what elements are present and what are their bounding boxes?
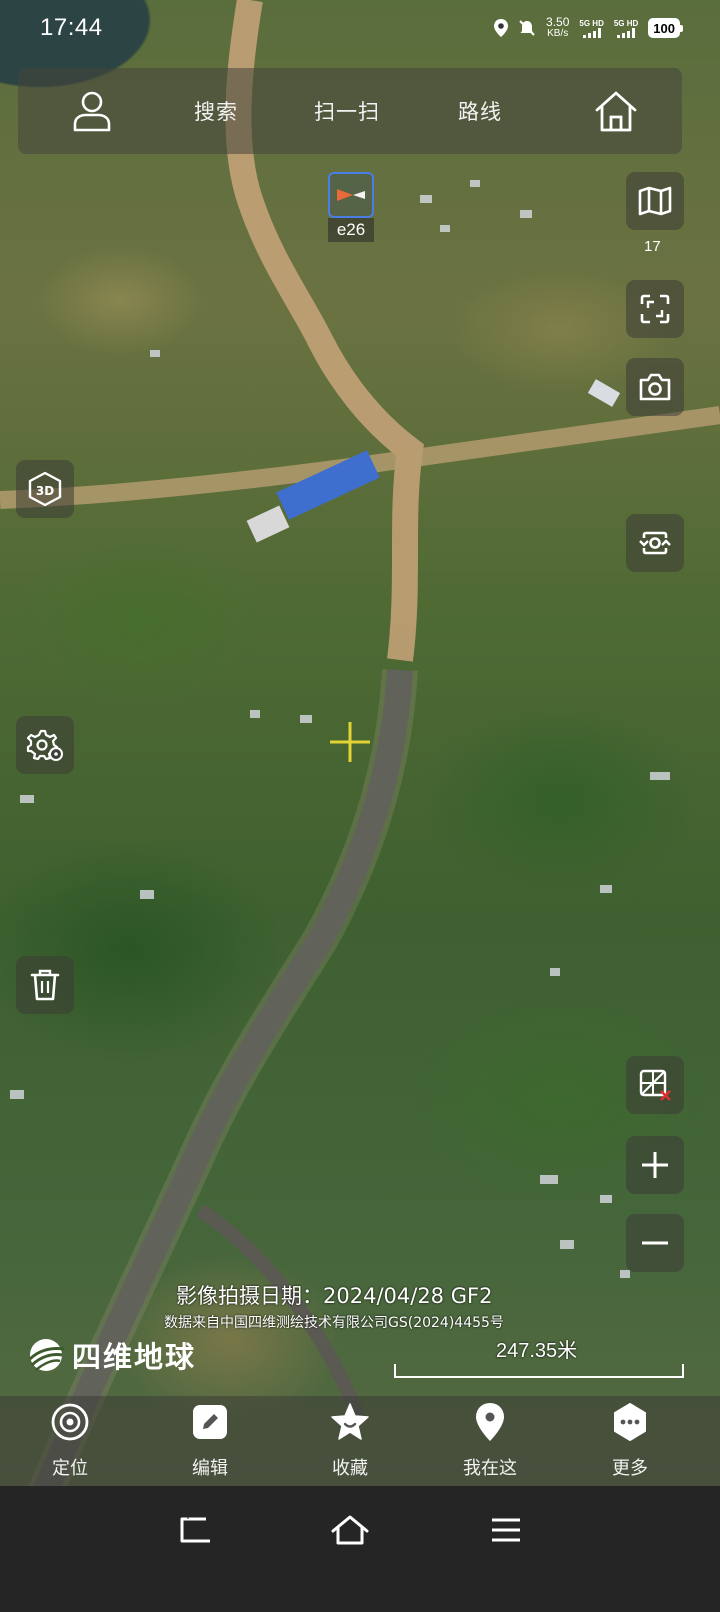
signal-bars-icon xyxy=(582,27,601,38)
svg-text:3D: 3D xyxy=(36,484,54,498)
signal-bars-icon xyxy=(617,27,636,38)
pin-icon xyxy=(476,1403,504,1441)
here-label: 我在这 xyxy=(463,1458,517,1479)
net-speed: 3.50 KB/s xyxy=(546,15,570,39)
brand-globe-icon xyxy=(28,1339,65,1371)
sim2-label: 5G HD xyxy=(613,18,639,28)
net-speed-value: 3.50 xyxy=(546,15,570,29)
locate-label: 定位 xyxy=(52,1458,88,1479)
zoom-out-icon xyxy=(642,1241,668,1245)
marker-label: e26 xyxy=(328,218,374,242)
screen-rotate-button[interactable] xyxy=(626,514,684,572)
system-nav-bar xyxy=(0,1486,720,1612)
signal-sim1: 5G HD xyxy=(579,18,604,38)
map-layers-button[interactable] xyxy=(626,172,684,230)
map-level: 17 xyxy=(644,238,661,255)
favorite-button[interactable]: 收藏 xyxy=(300,1402,400,1486)
delete-button[interactable] xyxy=(16,956,74,1014)
mute-icon xyxy=(519,20,535,36)
home-nav-icon xyxy=(331,1515,369,1545)
home-button[interactable] xyxy=(586,81,646,141)
3d-icon: 3D xyxy=(28,471,62,507)
back-icon xyxy=(180,1515,210,1543)
net-speed-unit: KB/s xyxy=(547,28,569,39)
crosshair-icon xyxy=(330,722,370,762)
locate-button[interactable]: 定位 xyxy=(20,1402,120,1486)
favorite-label: 收藏 xyxy=(332,1458,368,1479)
here-button[interactable]: 我在这 xyxy=(440,1402,540,1486)
menu-icon xyxy=(492,1518,520,1542)
camera-button[interactable] xyxy=(626,358,684,416)
zoom-in-icon xyxy=(642,1152,668,1178)
status-bar: 17:44 3.50 KB/s 5G HD 5G HD 100 xyxy=(0,0,720,56)
map-layers-icon xyxy=(638,186,672,216)
fullscreen-icon xyxy=(640,294,670,324)
capture-date: 影像拍摄日期：2024/04/28 GF2 xyxy=(176,1284,493,1308)
star-icon xyxy=(331,1403,369,1440)
more-label: 更多 xyxy=(612,1458,648,1479)
data-source: 数据来自中国四维测绘技术有限公司GS(2024)4455号 xyxy=(164,1315,504,1331)
top-panel: 搜索 扫一扫 路线 xyxy=(18,68,682,154)
screen-rotate-icon xyxy=(639,531,671,555)
back-button[interactable] xyxy=(166,1508,226,1552)
settings-location-button[interactable] xyxy=(16,716,74,774)
scale-bar xyxy=(394,1364,684,1378)
brand-logo: 四维地球 xyxy=(26,1334,196,1376)
bottom-toolbar: 定位 编辑 收藏 我在这 更多 xyxy=(0,1396,720,1486)
compass-needle-icon xyxy=(337,189,365,201)
locate-icon xyxy=(51,1403,89,1441)
fullscreen-button[interactable] xyxy=(626,280,684,338)
scan-tab[interactable]: 扫一扫 xyxy=(314,96,380,126)
trash-icon xyxy=(30,969,60,1001)
search-tab[interactable]: 搜索 xyxy=(194,96,238,126)
more-button[interactable]: 更多 xyxy=(580,1402,680,1486)
edit-icon xyxy=(193,1405,227,1439)
scale-label: 247.35米 xyxy=(496,1340,578,1362)
user-button[interactable] xyxy=(62,81,122,141)
grid-off-icon xyxy=(639,1069,671,1101)
3d-toggle-button[interactable]: 3D xyxy=(16,460,74,518)
nav-home-button[interactable] xyxy=(320,1508,380,1552)
sim1-label: 5G HD xyxy=(579,18,604,28)
route-tab[interactable]: 路线 xyxy=(458,96,502,126)
home-icon xyxy=(595,91,637,132)
signal-sim2: 5G HD xyxy=(614,19,638,38)
edit-button[interactable]: 编辑 xyxy=(160,1402,260,1486)
nav-menu-button[interactable] xyxy=(476,1508,536,1552)
map-marker[interactable] xyxy=(328,172,374,218)
settings-location-icon xyxy=(26,729,63,761)
zoom-in-button[interactable] xyxy=(626,1136,684,1194)
battery-level: 100 xyxy=(653,20,675,36)
user-icon xyxy=(73,91,111,132)
location-icon xyxy=(494,19,509,37)
battery-indicator: 100 xyxy=(648,18,683,38)
zoom-out-button[interactable] xyxy=(626,1214,684,1272)
status-indicators: 3.50 KB/s 5G HD 5G HD 100 xyxy=(494,15,683,39)
camera-icon xyxy=(639,373,671,401)
status-time: 17:44 xyxy=(40,14,103,41)
edit-label: 编辑 xyxy=(192,1458,228,1479)
brand-name: 四维地球 xyxy=(72,1340,197,1374)
grid-off-button[interactable] xyxy=(626,1056,684,1114)
more-icon xyxy=(614,1403,646,1441)
